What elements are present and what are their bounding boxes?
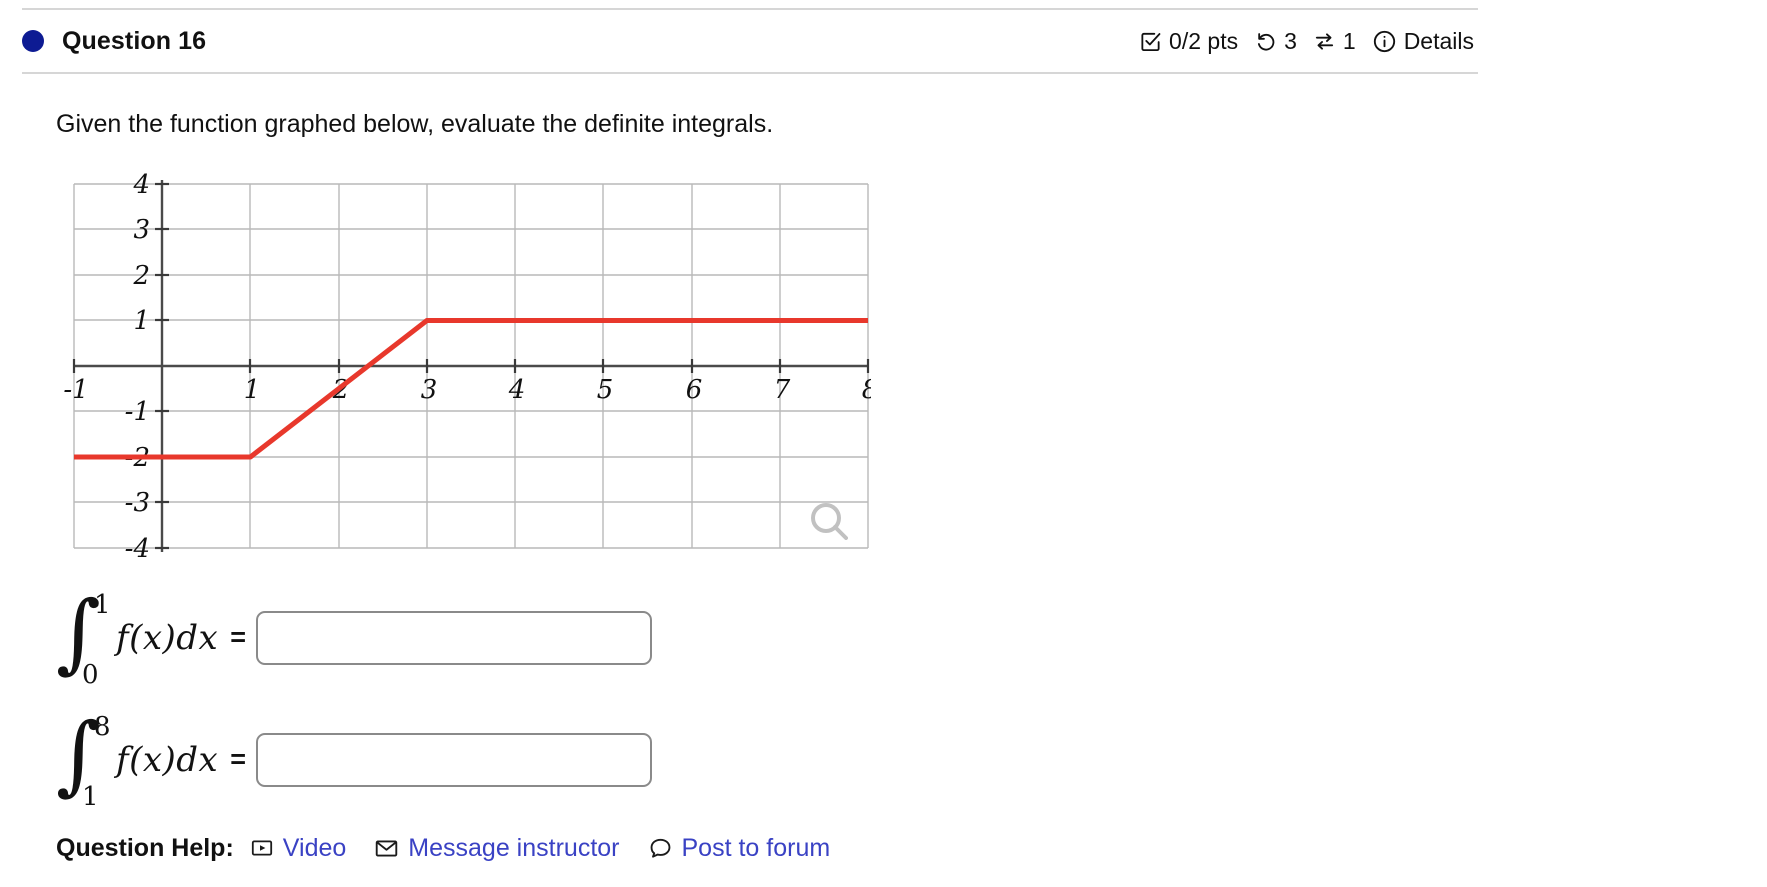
- function-curve: [74, 317, 868, 460]
- integral-answer-input-1[interactable]: [256, 610, 653, 665]
- attempts-group: 3: [1254, 28, 1297, 55]
- x-tick-label: -1: [63, 375, 88, 405]
- y-tick-label: -4: [125, 534, 150, 564]
- graph-svg: 4 3 2 1 -1 -2 -3 -4 -1 1 2 3 4 5 6 7: [63, 170, 871, 564]
- envelope-icon[interactable]: [374, 836, 399, 861]
- details-label[interactable]: Details: [1404, 28, 1474, 55]
- speech-bubble-icon[interactable]: [648, 836, 673, 861]
- help-link-message-instructor[interactable]: Message instructor: [374, 834, 620, 863]
- checkbox-check-icon: [1139, 30, 1162, 53]
- info-circle-icon[interactable]: [1372, 29, 1397, 54]
- help-link-label[interactable]: Message instructor: [408, 834, 619, 863]
- points-value: 0/2 pts: [1169, 27, 1239, 54]
- function-graph: 4 3 2 1 -1 -2 -3 -4 -1 1 2 3 4 5 6 7: [56, 166, 871, 566]
- integral-row: ∫ 1 0 f(x)dx =: [56, 590, 1478, 690]
- help-link-video[interactable]: Video: [250, 834, 347, 863]
- x-tick-label: 3: [421, 375, 438, 405]
- question-page: Question 16 0/2 pts 3 1 Details Given th…: [0, 0, 1767, 887]
- y-tick-label: -3: [125, 488, 150, 518]
- equals-sign: =: [230, 744, 247, 775]
- x-tick-label: 1: [244, 375, 261, 405]
- integral-sign-block: ∫ 1 0: [56, 590, 112, 690]
- help-link-label[interactable]: Post to forum: [682, 834, 831, 863]
- y-tick-label: -1: [125, 397, 150, 427]
- question-prompt: Given the function graphed below, evalua…: [56, 110, 774, 138]
- integrand-text: f(x)dx: [116, 617, 219, 658]
- integral-sign-block: ∫ 8 1: [56, 712, 112, 812]
- y-tick-label: 2: [132, 261, 150, 291]
- x-tick-label: 6: [686, 375, 703, 405]
- y-tick-label: 3: [133, 215, 150, 245]
- y-tick-label: 4: [132, 170, 150, 200]
- integral-upper-limit: 1: [94, 589, 111, 620]
- details-button[interactable]: Details: [1372, 28, 1474, 55]
- integral-expression: ∫ 8 1 f(x)dx =: [56, 712, 256, 812]
- integrand-text: f(x)dx: [116, 739, 219, 780]
- swap-arrows-icon: [1313, 30, 1336, 53]
- magnifier-icon[interactable]: [811, 502, 848, 540]
- question-help-label: Question Help:: [56, 833, 234, 862]
- blue-dot-icon: [22, 30, 44, 52]
- versions-group: 1: [1313, 28, 1356, 55]
- x-tick-labels: -1 1 2 3 4 5 6 7 8: [63, 375, 871, 405]
- x-tick-label: 4: [508, 375, 526, 405]
- integral-upper-limit: 8: [94, 711, 111, 742]
- integral-expression: ∫ 1 0 f(x)dx =: [56, 590, 256, 690]
- video-play-icon[interactable]: [250, 836, 274, 860]
- versions-value: 1: [1342, 27, 1356, 54]
- question-header: Question 16 0/2 pts 3 1 Details: [22, 10, 1478, 72]
- question-body: Given the function graphed below, evalua…: [22, 74, 1478, 863]
- question-header-right: 0/2 pts 3 1 Details: [1139, 28, 1474, 55]
- help-link-post-to-forum[interactable]: Post to forum: [648, 834, 831, 863]
- integral-lower-limit: 1: [82, 781, 99, 812]
- y-tick-label: 1: [133, 306, 150, 336]
- attempts-value: 3: [1284, 27, 1297, 54]
- x-tick-label: 5: [597, 375, 614, 405]
- page-title: Question 16: [62, 26, 207, 55]
- x-tick-label: 7: [774, 375, 791, 405]
- integral-lower-limit: 0: [82, 659, 99, 690]
- help-link-label[interactable]: Video: [283, 834, 347, 863]
- integral-answer-input-2[interactable]: [256, 732, 653, 787]
- undo-arrow-icon: [1254, 30, 1277, 53]
- points-group: 0/2 pts: [1139, 28, 1238, 55]
- equals-sign: =: [230, 622, 247, 653]
- question-header-left: Question 16: [22, 27, 206, 56]
- x-tick-label: 8: [862, 375, 871, 405]
- integral-row: ∫ 8 1 f(x)dx =: [56, 712, 1478, 812]
- question-container: Question 16 0/2 pts 3 1 Details Given th…: [22, 8, 1478, 863]
- axes: [74, 179, 868, 552]
- question-help-row: Question Help: Video Message instructor …: [56, 834, 1478, 863]
